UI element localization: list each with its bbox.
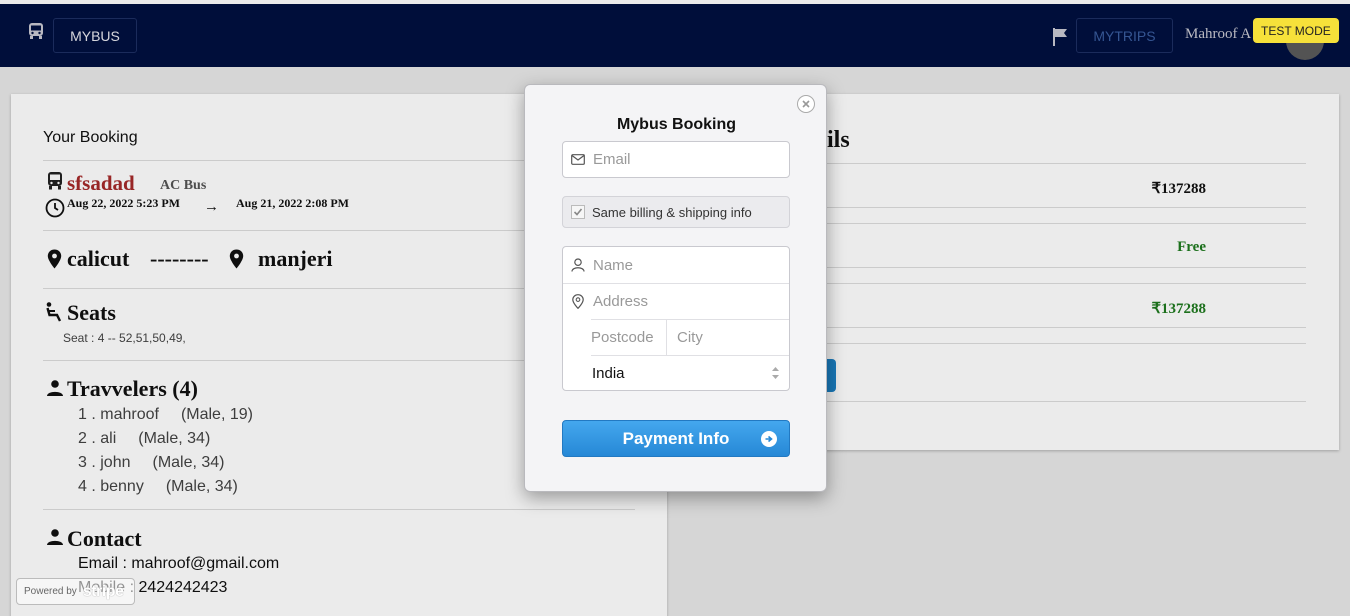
city-field[interactable]: City <box>677 319 787 355</box>
country-select[interactable]: India <box>592 355 789 391</box>
checkmark-icon <box>571 205 585 219</box>
email-placeholder: Email <box>593 151 631 168</box>
email-field[interactable]: Email <box>562 141 790 178</box>
close-button[interactable] <box>797 95 815 113</box>
stripe-logo: stripe <box>82 582 124 600</box>
address-field[interactable]: Address <box>563 283 791 319</box>
payment-info-label: Payment Info <box>622 428 730 448</box>
postcode-field[interactable]: Postcode <box>591 319 666 355</box>
modal-title: Mybus Booking <box>616 116 737 133</box>
close-icon <box>802 100 810 108</box>
powered-by-label: Powered by <box>24 586 77 597</box>
pin-icon <box>563 293 593 309</box>
name-field[interactable]: Name <box>563 247 791 283</box>
envelope-icon <box>563 154 593 165</box>
arrow-right-icon <box>761 431 777 447</box>
checkout-modal: Mybus Booking Email Same billing & shipp… <box>524 84 827 492</box>
powered-by-stripe[interactable]: Powered by stripe <box>16 578 135 605</box>
address-placeholder: Address <box>593 292 649 310</box>
same-billing-label: Same billing & shipping info <box>592 204 752 220</box>
name-placeholder: Name <box>593 256 634 274</box>
select-arrows-icon <box>772 367 779 379</box>
separator <box>666 319 667 355</box>
address-group: Name Address Postcode City India <box>562 246 790 391</box>
city-placeholder: City <box>677 328 703 346</box>
same-billing-checkbox[interactable]: Same billing & shipping info <box>562 196 790 228</box>
postcode-placeholder: Postcode <box>591 328 654 346</box>
user-icon <box>563 258 593 272</box>
test-mode-badge: TEST MODE <box>1253 18 1339 43</box>
payment-info-button[interactable]: Payment Info <box>562 420 790 457</box>
country-value: India <box>592 364 625 382</box>
